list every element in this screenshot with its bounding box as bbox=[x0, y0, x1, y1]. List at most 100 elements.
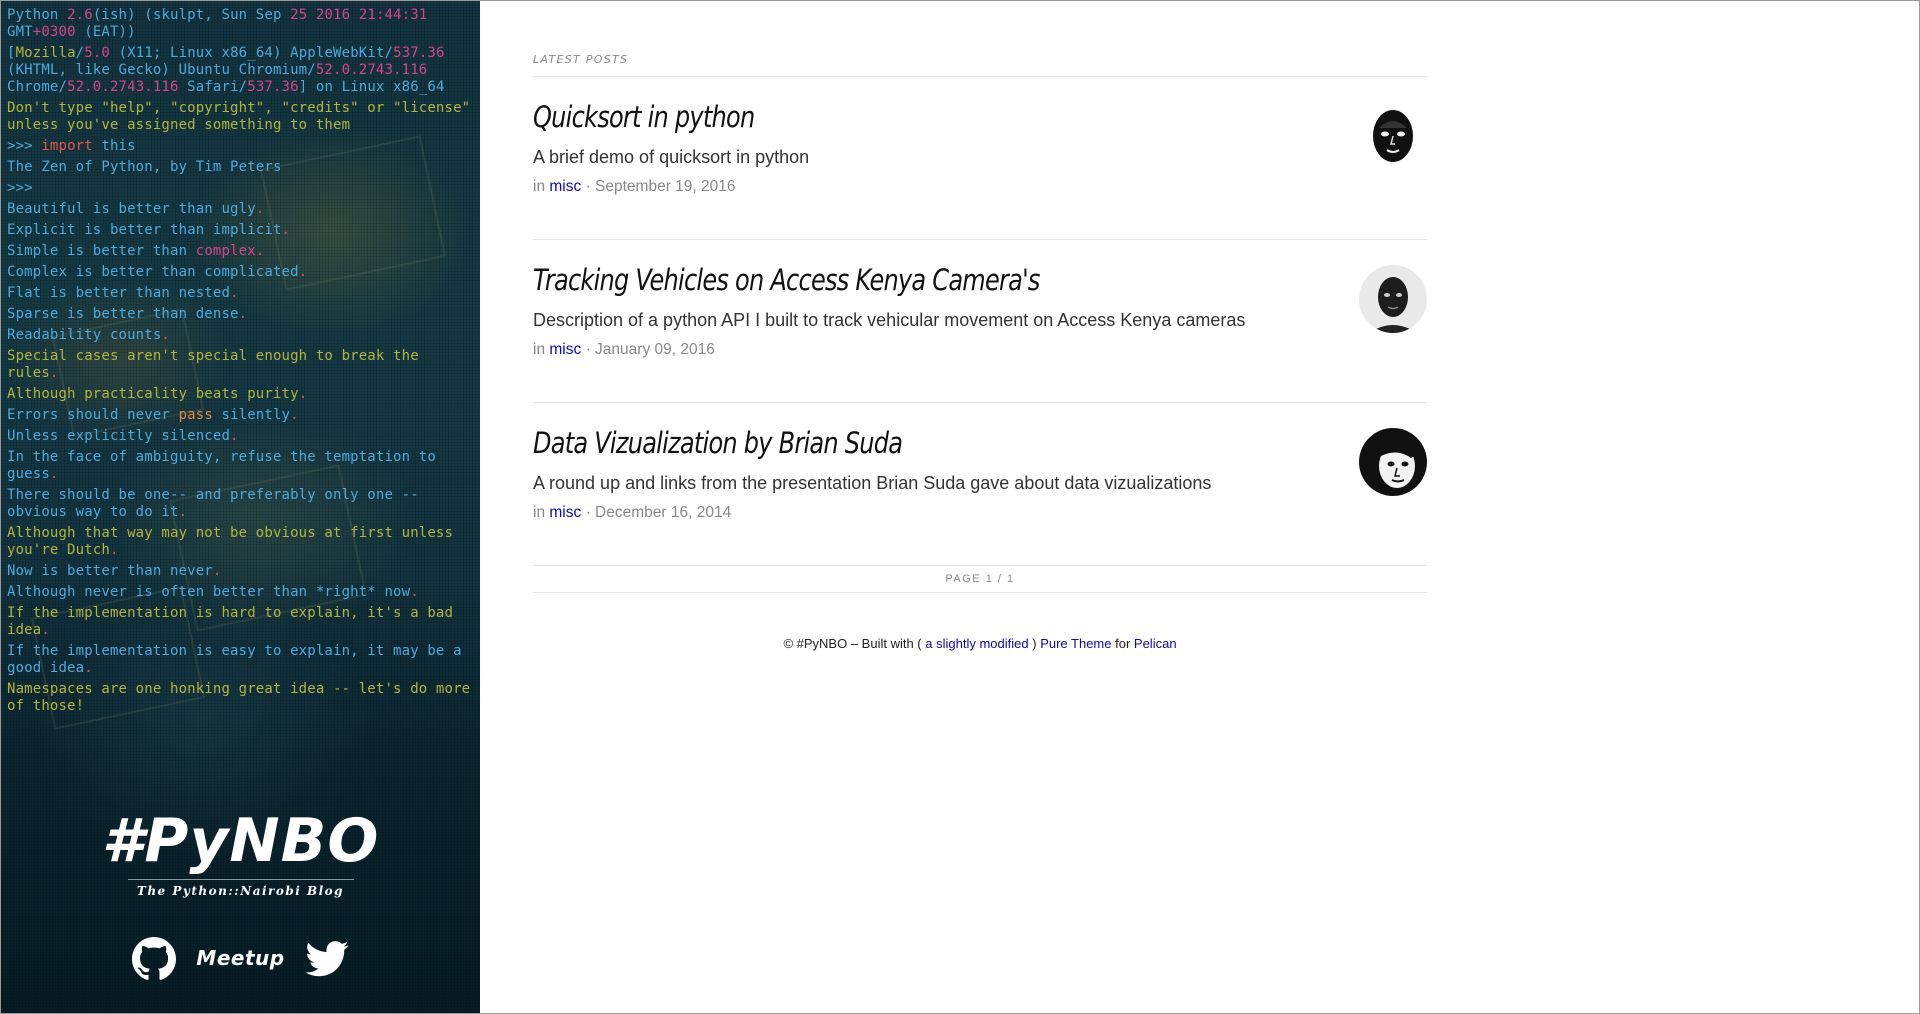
console-text: If the implementation is hard to explain… bbox=[7, 605, 462, 638]
footer: © #PyNBO – Built with ( a slightly modif… bbox=[533, 636, 1427, 651]
console-line: Readability counts. bbox=[7, 327, 473, 344]
console-line: Simple is better than complex. bbox=[7, 243, 473, 260]
console-text: . bbox=[84, 660, 93, 676]
console-line: >>> import this bbox=[7, 138, 473, 155]
post-item: Data Vizualization by Brian Suda A round… bbox=[533, 403, 1427, 566]
post-date: December 16, 2014 bbox=[595, 504, 732, 521]
console-text: import bbox=[41, 138, 93, 154]
github-icon bbox=[131, 937, 176, 985]
post-meta: in misc · September 19, 2016 bbox=[533, 178, 1427, 196]
meta-in-label: in bbox=[533, 341, 546, 358]
console-text: There should be one-- and preferably onl… bbox=[7, 487, 419, 520]
post-meta: in misc · January 09, 2016 bbox=[533, 341, 1427, 359]
console-line: Namespaces are one honking great idea --… bbox=[7, 681, 473, 715]
meta-separator: · bbox=[585, 504, 591, 521]
console-text: . bbox=[178, 504, 188, 520]
github-link[interactable] bbox=[131, 937, 176, 986]
console-line: The Zen of Python, by Tim Peters bbox=[7, 159, 473, 176]
console-text: . bbox=[410, 584, 419, 600]
console-line: Although practicality beats purity. bbox=[7, 386, 473, 403]
post-title-link[interactable]: Data Vizualization by Brian Suda bbox=[533, 427, 903, 459]
pagination: PAGE 1 / 1 bbox=[533, 566, 1427, 593]
modified-link[interactable]: a slightly modified bbox=[925, 636, 1028, 651]
site-subtitle: The Python::Nairobi Blog bbox=[136, 884, 345, 898]
console-text: If the implementation is easy to explain… bbox=[7, 643, 471, 676]
console-line: If the implementation is easy to explain… bbox=[7, 643, 473, 677]
footer-for: for bbox=[1115, 636, 1131, 651]
console-text: Now is better than never bbox=[7, 563, 213, 579]
console-line: There should be one-- and preferably onl… bbox=[7, 487, 473, 521]
post-title-link[interactable]: Quicksort in python bbox=[533, 101, 755, 133]
console-text: Flat is better than nested bbox=[7, 285, 231, 301]
post-description: A brief demo of quicksort in python bbox=[533, 147, 810, 167]
console-text: . bbox=[298, 386, 308, 402]
console-line: >>> bbox=[7, 180, 473, 197]
console-text: (X11; Linux x86_64) AppleWebKit/ bbox=[110, 45, 394, 61]
site-title[interactable]: #PyNBO bbox=[1, 809, 480, 873]
console-text: complex bbox=[195, 243, 256, 259]
console-text: . bbox=[255, 243, 265, 259]
console-text: . bbox=[49, 466, 59, 482]
console-text: . bbox=[281, 222, 291, 238]
console-line: Now is better than never. bbox=[7, 563, 473, 580]
pure-theme-link[interactable]: Pure Theme bbox=[1040, 636, 1111, 651]
console-text: . bbox=[109, 542, 119, 558]
console-text: . bbox=[255, 201, 265, 217]
twitter-link[interactable] bbox=[305, 941, 349, 982]
console-text: Complex is better than complicated bbox=[7, 264, 299, 280]
console-line: Special cases aren't special enough to b… bbox=[7, 348, 473, 382]
console-line: Complex is better than complicated. bbox=[7, 264, 473, 281]
meetup-logo: Meetup bbox=[196, 945, 285, 970]
section-heading: LATEST POSTS bbox=[533, 53, 1427, 77]
meetup-link[interactable]: Meetup bbox=[196, 946, 284, 974]
meta-separator: · bbox=[585, 341, 591, 358]
console-text: The Zen of Python, by Tim Peters bbox=[7, 159, 282, 175]
meta-in-label: in bbox=[533, 178, 546, 195]
console-text: ] on Linux x86_64 bbox=[298, 79, 445, 95]
post-date: January 09, 2016 bbox=[595, 341, 715, 358]
sidebar: Python 2.6(ish) (skulpt, Sun Sep 25 2016… bbox=[1, 1, 480, 1013]
author-avatar bbox=[1359, 428, 1427, 496]
console-text: Python bbox=[7, 7, 68, 23]
console-text: 537.36 bbox=[393, 45, 445, 61]
brand: #PyNBO The Python::Nairobi Blog bbox=[1, 809, 480, 898]
footer-prefix: © #PyNBO – Built with ( bbox=[783, 636, 922, 651]
author-avatar bbox=[1359, 265, 1427, 333]
console-text: 25 bbox=[290, 7, 308, 23]
twitter-icon bbox=[305, 941, 349, 981]
console-text: . bbox=[230, 428, 239, 444]
console-text: 21:44:31 bbox=[358, 7, 428, 23]
console-text: Explicit is better than implicit bbox=[7, 222, 282, 238]
console-text: . bbox=[290, 407, 299, 423]
footer-mid: ) bbox=[1032, 636, 1037, 651]
console-text: silently bbox=[212, 407, 291, 423]
category-link[interactable]: misc bbox=[549, 178, 581, 195]
console-line: Don't type "help", "copyright", "credits… bbox=[7, 100, 473, 134]
meta-separator: · bbox=[585, 178, 591, 195]
category-link[interactable]: misc bbox=[549, 504, 581, 521]
console-line: Flat is better than nested. bbox=[7, 285, 473, 302]
console-text: 52.0.2743.116 bbox=[67, 79, 179, 95]
console-text: Although never is often better than *rig… bbox=[7, 584, 411, 600]
console-text: . bbox=[161, 327, 171, 343]
console-text: Although practicality beats purity bbox=[7, 386, 299, 402]
console-text: . bbox=[41, 622, 50, 638]
meta-in-label: in bbox=[533, 504, 546, 521]
console-text: 5.0 bbox=[84, 45, 110, 61]
console-text: / bbox=[75, 45, 85, 61]
console-text: >>> bbox=[7, 180, 33, 196]
console-text: Although that way may not be obvious at … bbox=[7, 525, 462, 558]
category-link[interactable]: misc bbox=[549, 341, 581, 358]
brand-divider bbox=[127, 879, 354, 880]
console-text: 2016 bbox=[315, 7, 351, 23]
console-line: If the implementation is hard to explain… bbox=[7, 605, 473, 639]
console-text: this bbox=[92, 138, 136, 154]
console-text: +0300 bbox=[32, 24, 76, 40]
console-text: . bbox=[230, 285, 239, 301]
console-text: Beautiful is better than ugly bbox=[7, 201, 256, 217]
console-text: pass bbox=[178, 407, 213, 423]
pelican-link[interactable]: Pelican bbox=[1134, 636, 1177, 651]
post-title-link[interactable]: Tracking Vehicles on Access Kenya Camera… bbox=[533, 264, 1040, 296]
post-item: Tracking Vehicles on Access Kenya Camera… bbox=[533, 240, 1427, 403]
